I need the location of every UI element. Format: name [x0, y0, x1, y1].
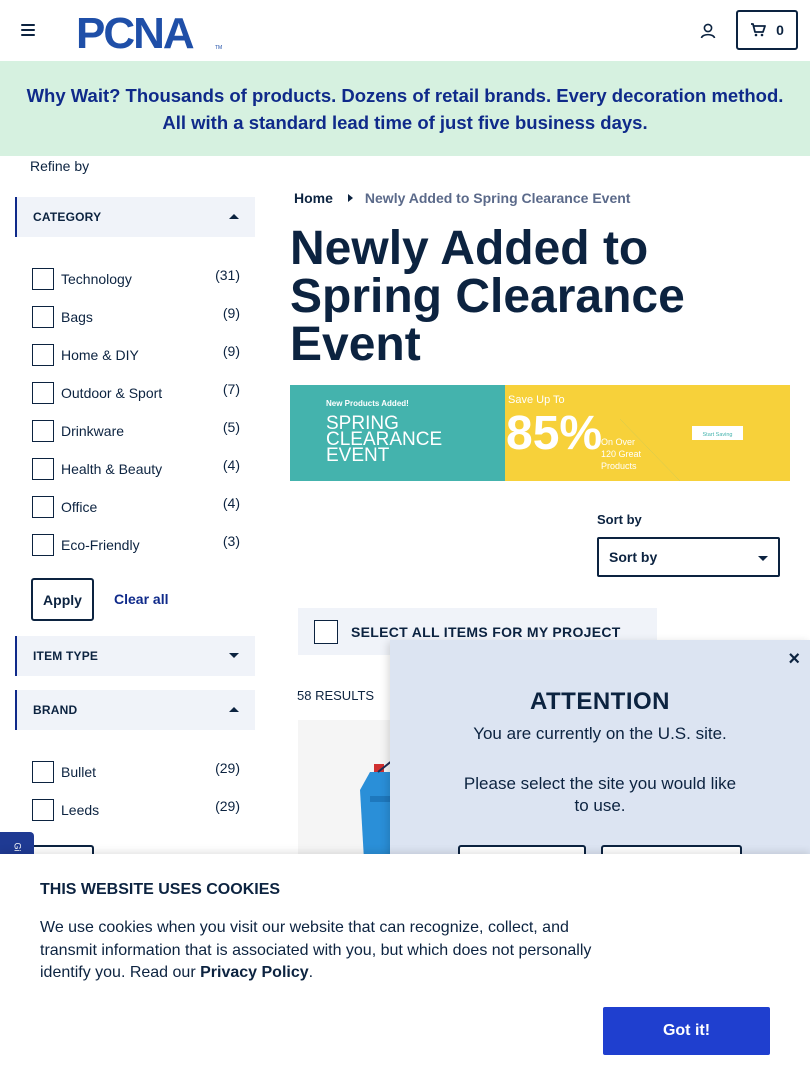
checkbox[interactable] [32, 761, 54, 783]
facet-count: (3) [222, 533, 240, 549]
facet-count: (9) [222, 305, 240, 321]
checkbox[interactable] [32, 268, 54, 290]
clear-all-link[interactable]: Clear all [114, 591, 168, 607]
facet-label: Home & DIY [61, 347, 139, 363]
breadcrumb-separator-icon [347, 194, 353, 202]
close-icon[interactable]: × [788, 648, 800, 671]
page-title: Newly Added to Spring Clearance Event [290, 222, 685, 371]
category-option-eco-friendly[interactable]: Eco-Friendly (3) [31, 530, 246, 556]
category-option-office[interactable]: Office (4) [31, 492, 246, 518]
checkbox[interactable] [32, 306, 54, 328]
facet-item-type-header[interactable]: ITEM TYPE [15, 636, 255, 676]
hero-products: 120 Great [601, 449, 642, 459]
site-selection-modal: × ATTENTION You are currently on the U.S… [390, 640, 810, 875]
checkbox[interactable] [32, 799, 54, 821]
hero-banner[interactable]: New Products Added! SPRING CLEARANCE EVE… [290, 385, 790, 481]
menu-icon[interactable] [21, 24, 35, 36]
svg-text:PCNA: PCNA [76, 10, 194, 52]
promo-text: Why Wait? Thousands of products. Dozens … [26, 84, 784, 133]
facet-label: Outdoor & Sport [61, 385, 163, 401]
hero-products2: Products [601, 461, 637, 471]
modal-select-site-text: Please select the site you would like to… [463, 774, 737, 815]
promo-banner: Why Wait? Thousands of products. Dozens … [0, 61, 810, 156]
cookie-body: We use cookies when you visit our websit… [40, 919, 592, 981]
chevron-down-icon [229, 653, 239, 658]
facet-brand-header[interactable]: BRAND [15, 690, 255, 730]
hero-small-text: New Products Added! [326, 399, 409, 408]
facet-count: (4) [222, 495, 240, 511]
brand-option-bullet[interactable]: Bullet (29) [31, 757, 246, 783]
cart-button[interactable]: 0 [736, 10, 798, 50]
refine-label: Refine by [30, 158, 90, 174]
cookie-title: THIS WEBSITE USES COOKIES [40, 881, 281, 898]
site-header: PCNA TM 0 [0, 0, 810, 61]
category-option-outdoor-sport[interactable]: Outdoor & Sport (7) [31, 378, 246, 404]
checkbox[interactable] [32, 534, 54, 556]
facet-label: Drinkware [61, 423, 125, 439]
pcna-logo[interactable]: PCNA TM [76, 10, 226, 52]
facet-label: Leeds [61, 802, 100, 818]
apply-button[interactable]: Apply [31, 578, 94, 621]
checkbox[interactable] [32, 420, 54, 442]
hero-on-over: On Over [601, 437, 635, 447]
sort-by-label: Sort by [597, 512, 642, 527]
checkbox[interactable] [32, 344, 54, 366]
facet-count: (7) [222, 381, 240, 397]
breadcrumb: Home Newly Added to Spring Clearance Eve… [294, 190, 630, 206]
category-option-drinkware[interactable]: Drinkware (5) [31, 416, 246, 442]
facet-brand-title: BRAND [33, 703, 78, 717]
facet-label: Bags [61, 309, 93, 325]
hero-percent: 85% [506, 407, 602, 460]
results-count: 58 RESULTS [297, 688, 375, 703]
facet-label: Health & Beauty [61, 461, 163, 477]
brand-option-leeds[interactable]: Leeds (29) [31, 795, 246, 821]
breadcrumb-current: Newly Added to Spring Clearance Event [364, 190, 631, 206]
cookie-period: . [308, 964, 314, 981]
checkbox[interactable] [314, 620, 338, 644]
facet-count: (4) [222, 457, 240, 473]
category-option-technology[interactable]: Technology (31) [31, 264, 246, 290]
facet-item-type-title: ITEM TYPE [33, 649, 99, 663]
facet-label: Bullet [61, 764, 97, 780]
checkbox[interactable] [32, 458, 54, 480]
chevron-down-icon [758, 556, 768, 561]
facet-count: (31) [215, 267, 240, 283]
hero-cta-label: Start Saving [703, 432, 733, 438]
breadcrumb-home[interactable]: Home [294, 190, 333, 206]
sort-by-value: Sort by [609, 549, 658, 565]
facet-count: (29) [215, 760, 240, 776]
facet-category-title: CATEGORY [33, 210, 102, 224]
select-all-label: SELECT ALL ITEMS FOR MY PROJECT [351, 624, 621, 640]
facet-label: Technology [61, 271, 132, 287]
category-option-health-beauty[interactable]: Health & Beauty (4) [31, 454, 246, 480]
chevron-up-icon [229, 214, 239, 219]
checkbox[interactable] [32, 496, 54, 518]
facet-count: (29) [215, 798, 240, 814]
got-it-button[interactable]: Got it! [603, 1007, 770, 1055]
facet-label: Office [61, 499, 98, 515]
cart-count: 0 [776, 22, 784, 38]
facet-label: Eco-Friendly [61, 537, 140, 553]
facet-count: (5) [222, 419, 240, 435]
svg-text:TM: TM [215, 45, 222, 51]
category-option-bags[interactable]: Bags (9) [31, 302, 246, 328]
checkbox[interactable] [32, 382, 54, 404]
cart-icon [751, 23, 766, 37]
modal-title: ATTENTION [529, 688, 671, 715]
facet-category-header[interactable]: CATEGORY [15, 197, 255, 237]
account-icon[interactable] [699, 22, 717, 40]
cookie-text: We use cookies when you visit our websit… [40, 917, 610, 985]
chevron-up-icon [229, 707, 239, 712]
hero-save-up-to: Save Up To [508, 394, 565, 406]
facet-count: (9) [222, 343, 240, 359]
hero-event-line3: EVENT [326, 445, 390, 466]
sort-by-select[interactable]: Sort by [597, 537, 780, 577]
cookie-banner: THIS WEBSITE USES COOKIES We use cookies… [0, 854, 810, 1080]
privacy-policy-link[interactable]: Privacy Policy [200, 964, 309, 981]
category-option-home-diy[interactable]: Home & DIY (9) [31, 340, 246, 366]
modal-current-site-text: You are currently on the U.S. site. [473, 724, 727, 743]
side-tab-label: Gi [12, 842, 22, 852]
